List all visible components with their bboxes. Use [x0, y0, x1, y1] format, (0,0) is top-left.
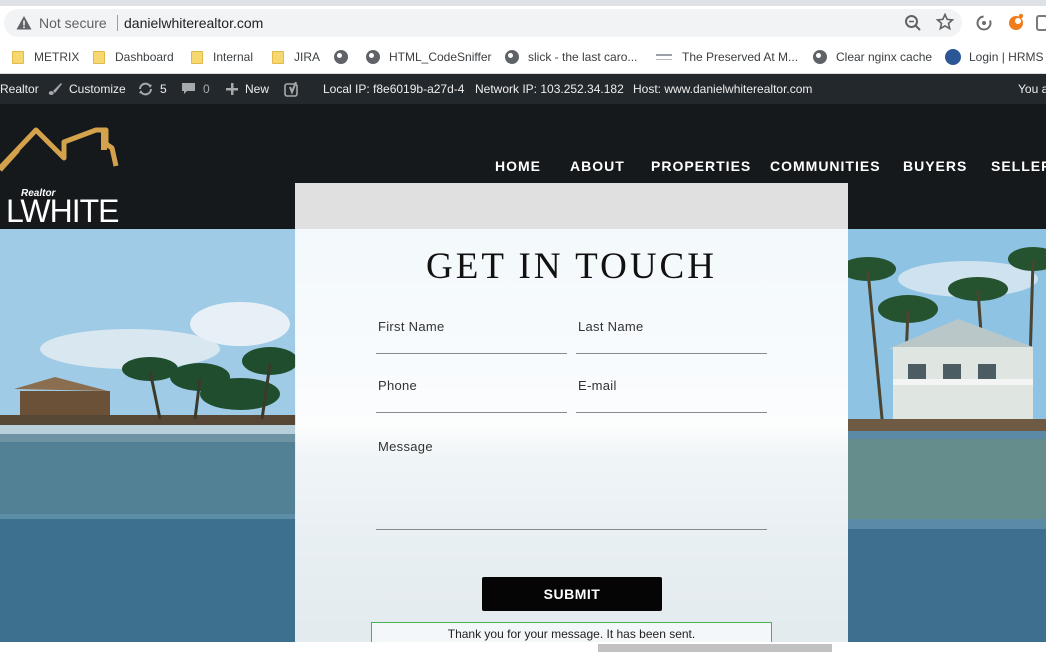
globe-icon [334, 50, 348, 64]
first-name-field[interactable]: First Name [376, 318, 567, 354]
submit-button[interactable]: SUBMIT [482, 577, 662, 611]
bookmark-label: Dashboard [115, 50, 174, 64]
globe-icon [366, 50, 380, 64]
comment-icon [182, 83, 195, 94]
phone-field[interactable]: Phone [376, 377, 567, 413]
url-text[interactable]: danielwhiterealtor.com [124, 15, 263, 31]
update-icon [139, 82, 152, 96]
site-favicon-icon [656, 54, 672, 60]
bookmark-label: The Preserved At M... [682, 50, 799, 64]
sync-extension-icon[interactable] [975, 14, 993, 32]
zoom-icon[interactable] [904, 14, 922, 32]
folder-icon [191, 50, 203, 64]
bookmark-html-codesniffer[interactable]: HTML_CodeSniffer [366, 48, 492, 66]
form-title: GET IN TOUCH [426, 246, 717, 287]
yoast-seo-icon [284, 82, 298, 97]
folder-icon [12, 50, 24, 64]
last-name-field[interactable]: Last Name [576, 318, 767, 354]
bookmark-jira[interactable]: JIRA [272, 48, 320, 66]
message-field[interactable]: Message [376, 438, 767, 530]
wp-admin-bar: Realtor Customize 5 0 New Local IP: f8e6… [0, 74, 1046, 104]
bookmark-label: Internal [213, 50, 254, 64]
first-name-label: First Name [378, 319, 445, 334]
bookmark-star-icon[interactable] [936, 13, 954, 31]
updates-count: 5 [160, 82, 167, 96]
admin-comments-link[interactable]: 0 [181, 82, 210, 96]
divider [117, 15, 118, 31]
new-label: New [245, 82, 270, 96]
security-status[interactable]: Not secure [39, 15, 107, 31]
folder-icon [93, 50, 105, 64]
host: Host: www.danielwhiterealtor.com [633, 82, 813, 96]
bookmarks-bar: METRIX Dashboard Internal JIRA HTML_Code… [0, 40, 1046, 74]
site-name: Realtor [0, 82, 39, 96]
bookmark-preserved[interactable]: The Preserved At M... [656, 48, 798, 66]
local-ip: Local IP: f8e6019b-a27d-4 [323, 82, 465, 96]
extension-icon[interactable] [1007, 13, 1025, 31]
nav-home[interactable]: HOME [495, 158, 541, 174]
extension-icon[interactable] [1036, 15, 1046, 31]
warning-icon[interactable] [16, 15, 32, 31]
host-info: Host: www.danielwhiterealtor.com [633, 82, 812, 96]
admin-customize-link[interactable]: Customize [47, 82, 126, 96]
site-logo[interactable]: Realtor LWHITE [0, 126, 120, 229]
network-ip-info: Network IP: 103.252.34.182 [475, 82, 624, 96]
bookmark-label: Login | HRMS [969, 50, 1044, 64]
horizontal-scrollbar[interactable] [598, 644, 832, 652]
admin-yoast-link[interactable] [284, 82, 307, 97]
bookmark-internal[interactable]: Internal [191, 48, 253, 66]
nav-communities[interactable]: COMMUNITIES [770, 158, 881, 174]
message-label: Message [378, 439, 433, 454]
nav-properties[interactable]: PROPERTIES [651, 158, 751, 174]
admin-account-link[interactable]: You a [1018, 82, 1046, 96]
logo-wordmark: LWHITE [6, 193, 120, 229]
page-bottom [0, 642, 1046, 652]
bookmark-label: slick - the last caro... [528, 50, 638, 64]
last-name-label: Last Name [578, 319, 644, 334]
customize-label: Customize [69, 82, 126, 96]
local-ip-info: Local IP: f8e6019b-a27d-4 [323, 82, 464, 96]
email-field[interactable]: E-mail [576, 377, 767, 413]
bookmark-dashboard[interactable]: Dashboard [93, 48, 174, 66]
network-ip: Network IP: 103.252.34.182 [475, 82, 624, 96]
bookmark-label: Clear nginx cache [836, 50, 933, 64]
globe-icon [813, 50, 827, 64]
bookmark-label: METRIX [34, 50, 80, 64]
comments-count: 0 [203, 82, 210, 96]
bookmark-nginx[interactable]: Clear nginx cache [813, 48, 932, 66]
beach-scene-right [848, 229, 1046, 642]
bookmark-hrms[interactable]: Login | HRMS [945, 48, 1043, 66]
globe-icon [505, 50, 519, 64]
success-message: Thank you for your message. It has been … [371, 622, 772, 644]
admin-updates-link[interactable]: 5 [137, 82, 167, 96]
paintbrush-icon [48, 83, 62, 95]
nav-about[interactable]: ABOUT [570, 158, 625, 174]
bookmark-globe[interactable] [334, 48, 357, 66]
admin-new-link[interactable]: New [225, 82, 269, 96]
browser-toolbar: Not secure danielwhiterealtor.com [0, 6, 1046, 40]
plus-icon [226, 83, 238, 95]
address-bar[interactable]: Not secure danielwhiterealtor.com [4, 9, 962, 37]
account-greeting: You a [1018, 82, 1046, 96]
phone-label: Phone [378, 378, 418, 393]
bookmark-metrix[interactable]: METRIX [12, 48, 79, 66]
bookmark-label: HTML_CodeSniffer [389, 50, 492, 64]
beach-scene-left [0, 229, 296, 642]
nav-buyers[interactable]: BUYERS [903, 158, 967, 174]
bookmark-slick[interactable]: slick - the last caro... [505, 48, 637, 66]
bookmark-label: JIRA [294, 50, 321, 64]
admin-site-link[interactable]: Realtor [0, 82, 39, 96]
folder-icon [272, 50, 284, 64]
hrms-favicon-icon [945, 49, 961, 65]
email-label: E-mail [578, 378, 617, 393]
nav-sellers[interactable]: SELLERS [991, 158, 1046, 174]
